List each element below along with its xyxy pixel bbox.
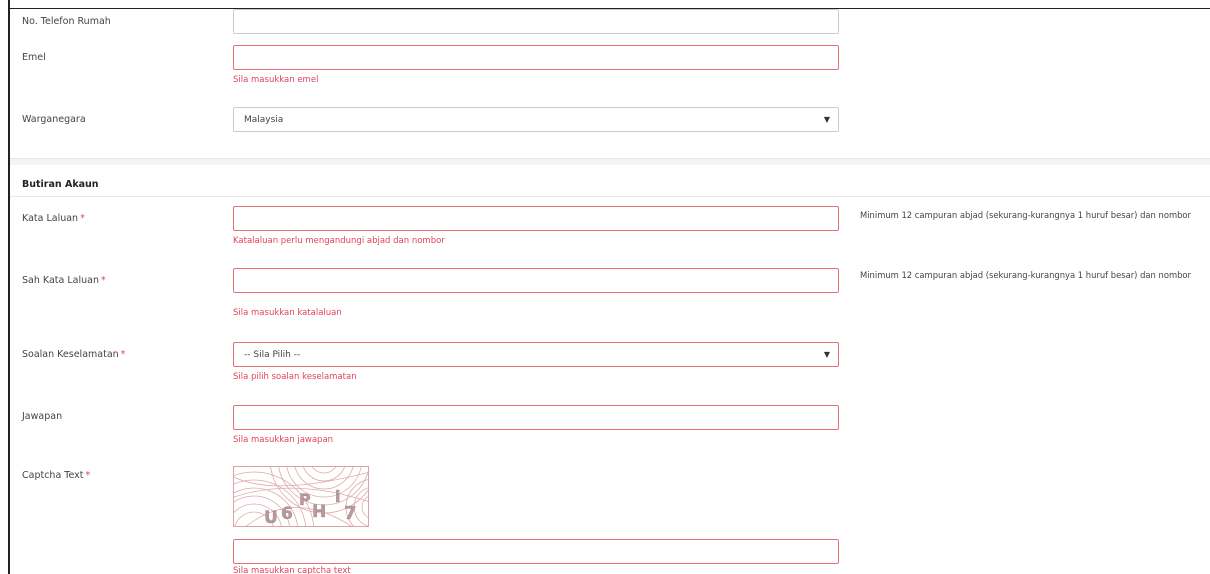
confirm-password-input[interactable] (233, 268, 839, 293)
captcha-char: H (312, 502, 326, 522)
email-input[interactable] (233, 45, 839, 70)
security-question-selected-value: -- Sila Pilih -- (244, 350, 301, 360)
captcha-char: P (299, 490, 311, 509)
required-asterisk: * (80, 213, 85, 224)
confirm-password-hint: Minimum 12 campuran abjad (sekurang-kura… (860, 270, 1192, 280)
chevron-down-icon: ▼ (823, 115, 830, 124)
answer-error: Sila masukkan jawapan (233, 435, 334, 445)
security-question-error: Sila pilih soalan keselamatan (233, 372, 357, 382)
home-phone-label: No. Telefon Rumah (22, 16, 111, 27)
security-question-select[interactable]: -- Sila Pilih -- ▼ (233, 342, 839, 367)
section-divider-band (10, 159, 1210, 165)
left-border (8, 0, 10, 574)
email-label: Emel (22, 52, 46, 63)
captcha-label: Captcha Text * (22, 470, 91, 481)
required-asterisk: * (120, 349, 126, 360)
captcha-image: U 6PHi7 (233, 466, 369, 527)
home-phone-input[interactable] (233, 9, 839, 34)
captcha-char: 6 (281, 504, 293, 524)
password-hint: Minimum 12 campuran abjad (sekurang-kura… (860, 210, 1192, 220)
password-error: Katalaluan perlu mengandungi abjad dan n… (233, 236, 445, 246)
captcha-char: i (335, 487, 340, 506)
citizenship-selected-value: Malaysia (244, 115, 284, 125)
citizenship-label: Warganegara (22, 114, 86, 125)
chevron-down-icon: ▼ (823, 350, 830, 359)
password-label: Kata Laluan * (22, 213, 85, 224)
password-input[interactable] (233, 206, 839, 231)
answer-label: Jawapan (22, 411, 63, 422)
captcha-error: Sila masukkan captcha text (233, 566, 351, 574)
security-question-label: Soalan Keselamatan * (22, 349, 126, 360)
registration-form: No. Telefon Rumah Emel Sila masukkan eme… (0, 0, 1210, 574)
captcha-text: U 6PHi7 (264, 487, 357, 527)
section-title-account: Butiran Akaun (22, 179, 99, 190)
required-asterisk: * (85, 470, 91, 481)
captcha-char: U (264, 508, 278, 527)
captcha-text-glyphs: U 6PHi7 (264, 487, 357, 527)
captcha-input[interactable] (233, 539, 839, 564)
email-error: Sila masukkan emel (233, 75, 319, 85)
captcha-char: 7 (344, 503, 357, 524)
required-asterisk: * (100, 275, 106, 286)
confirm-password-error: Sila masukkan katalaluan (233, 308, 342, 318)
confirm-password-label: Sah Kata Laluan * (22, 275, 106, 286)
citizenship-select[interactable]: Malaysia ▼ (233, 107, 839, 132)
section-title-underline (10, 196, 1210, 197)
answer-input[interactable] (233, 405, 839, 430)
